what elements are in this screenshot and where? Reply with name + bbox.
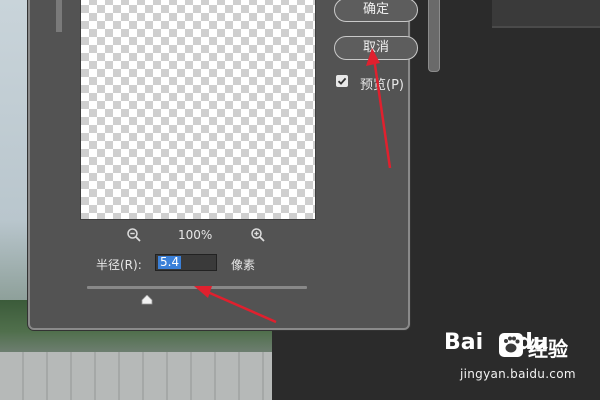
arrow-to-cancel — [366, 48, 392, 169]
jingyan-label: 经验 — [528, 337, 568, 361]
arrow-to-radius — [194, 286, 277, 324]
watermark-url: jingyan.baidu.com — [460, 367, 576, 381]
baidu-jingyan-watermark: Bai du 经验 jingyan.baidu.com — [444, 330, 594, 390]
paw-icon — [498, 332, 524, 358]
